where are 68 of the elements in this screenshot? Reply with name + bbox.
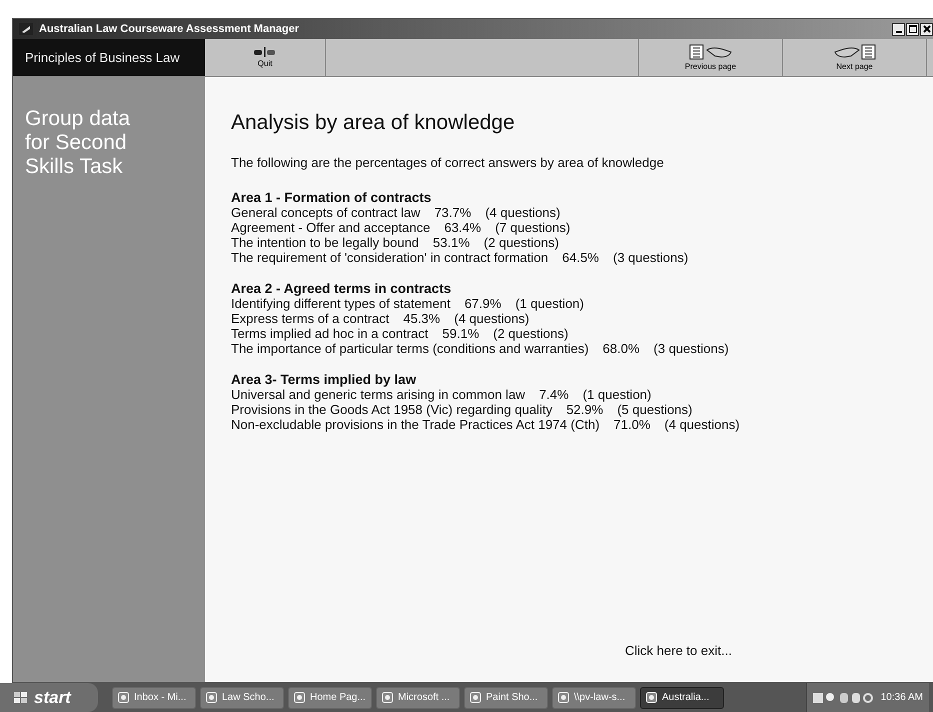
taskbar-item[interactable]: Inbox - Mi...	[112, 686, 196, 708]
topic-name: The importance of particular terms (conditions and warranties)	[231, 341, 589, 356]
app-icon	[470, 692, 481, 703]
taskbar-item[interactable]: \\pv-law-s...	[552, 686, 636, 708]
question-count: (1 question)	[515, 296, 584, 311]
question-count: (2 questions)	[493, 326, 568, 341]
question-count: (4 questions)	[454, 311, 530, 326]
percent-correct: 45.3%	[403, 311, 440, 326]
topic-name: General concepts of contract law	[231, 205, 420, 220]
percent-correct: 67.9%	[464, 296, 502, 311]
taskbar-item[interactable]: Law Scho...	[200, 686, 284, 708]
quit-icon	[254, 47, 276, 57]
app-icon	[382, 692, 393, 703]
topic-name: Non-excludable provisions in the Trade Practices Act 1974 (Cth)	[231, 417, 600, 432]
clock: 10:36 AM	[880, 692, 923, 703]
app-icon	[118, 692, 129, 703]
app-icon	[646, 692, 657, 703]
topic-name: Terms implied ad hoc in a contract	[231, 326, 428, 341]
windows-flag-icon	[14, 692, 28, 704]
percent-correct: 68.0%	[602, 341, 640, 356]
topic-name: Provisions in the Goods Act 1958 (Vic) regarding quality	[231, 402, 552, 417]
question-count: (4 questions)	[664, 417, 740, 432]
maximize-button[interactable]	[906, 22, 919, 36]
percent-correct: 52.9%	[566, 402, 604, 417]
close-button[interactable]	[920, 22, 933, 36]
intro-text: The following are the percentages of correct answers by area of knowledge	[231, 155, 665, 170]
question-count: (3 questions)	[654, 341, 729, 356]
app-logo-icon	[19, 23, 33, 35]
previous-page-button[interactable]: Previous page	[638, 39, 783, 76]
area-heading: Area 3- Terms implied by law	[231, 372, 418, 387]
percent-correct: 53.1%	[432, 235, 470, 250]
percent-correct: 71.0%	[614, 417, 650, 432]
topic-name: Identifying different types of statement	[231, 296, 450, 311]
course-title: Principles of Business Law	[13, 39, 205, 76]
percent-correct: 7.4%	[539, 387, 569, 402]
topic-name: Agreement - Offer and acceptance	[231, 220, 430, 235]
topic-name: Express terms of a contract	[231, 311, 390, 326]
question-count: (3 questions)	[613, 250, 688, 265]
exit-link[interactable]: Click here to exit...	[625, 643, 732, 658]
question-count: (4 questions)	[485, 205, 560, 220]
taskbar-item[interactable]: Paint Sho...	[464, 686, 548, 708]
percent-correct: 59.1%	[442, 326, 480, 341]
page-heading: Analysis by area of knowledge	[231, 111, 516, 135]
topic-name: The intention to be legally bound	[231, 235, 419, 250]
minimize-button[interactable]	[892, 22, 905, 36]
taskbar-item[interactable]: Home Pag...	[288, 686, 372, 708]
app-icon	[294, 692, 305, 703]
question-count: (1 question)	[582, 387, 652, 402]
question-count: (7 questions)	[495, 220, 570, 235]
window-title: Australian Law Courseware Assessment Manager	[39, 23, 300, 35]
taskbar-item[interactable]: Australia...	[640, 686, 724, 708]
question-count: (5 questions)	[617, 402, 692, 417]
maximize-icon	[908, 25, 916, 33]
close-icon	[922, 25, 930, 33]
area-heading: Area 2 - Agreed terms in contracts	[231, 281, 452, 296]
topic-name: The requirement of 'consideration' in contract formation	[231, 250, 548, 265]
tray-icons-drawing	[812, 692, 873, 704]
sidebar-title: Group data for Second Skills Task	[25, 107, 132, 179]
percent-correct: 64.5%	[562, 250, 599, 265]
taskbar-item[interactable]: Microsoft ...	[376, 686, 460, 708]
area-heading: Area 1 - Formation of contracts	[231, 190, 432, 205]
question-count: (2 questions)	[484, 235, 559, 250]
app-icon	[558, 692, 569, 703]
percent-correct: 73.7%	[434, 205, 472, 220]
app-icon	[206, 692, 217, 703]
percent-correct: 63.4%	[444, 220, 482, 235]
topic-name: Universal and generic terms arising in common law	[231, 387, 526, 402]
start-button[interactable]: start	[0, 683, 98, 712]
